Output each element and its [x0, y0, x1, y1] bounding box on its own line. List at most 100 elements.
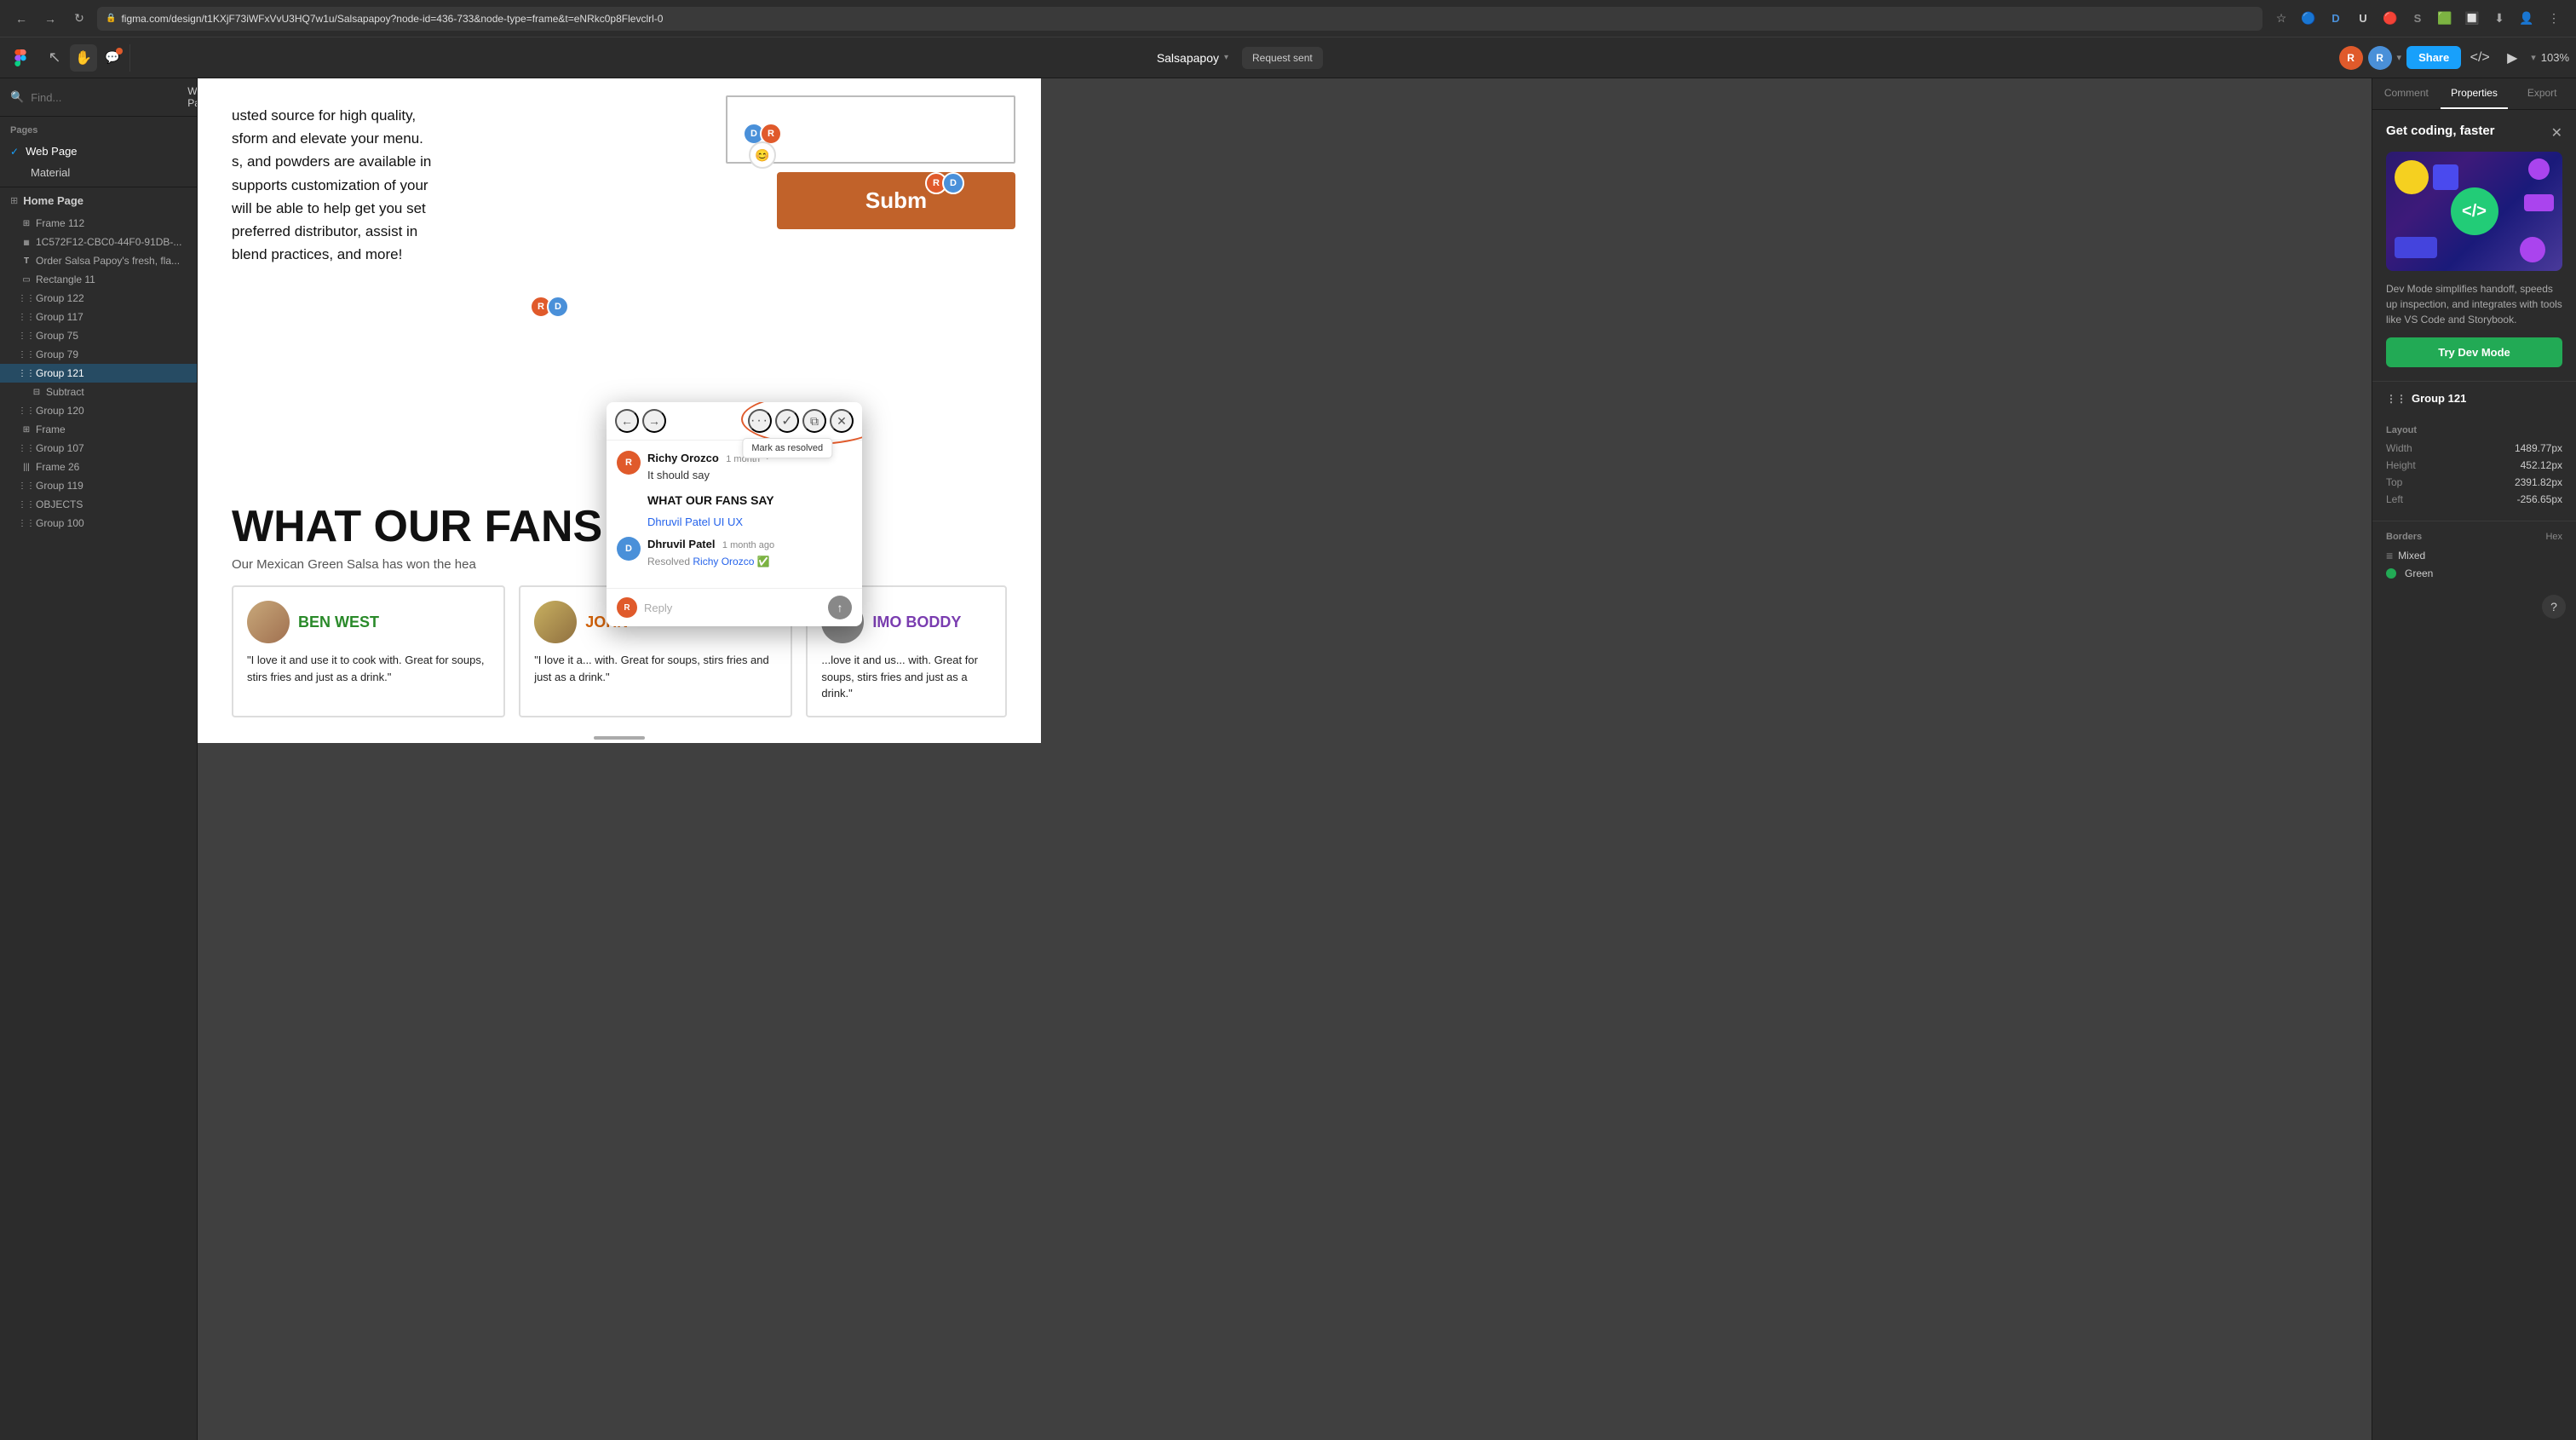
project-name-button[interactable]: Salsapapoy ▾ — [1150, 48, 1235, 68]
layer-group-100[interactable]: ⋮⋮ Group 100 — [0, 514, 197, 533]
layer-order-text[interactable]: T Order Salsa Papoy's fresh, fla... — [0, 251, 197, 270]
check-icon: ✓ — [10, 146, 19, 158]
comment-menu-button[interactable]: ··· — [748, 409, 772, 433]
more-button[interactable]: ⋮ — [2542, 7, 2566, 31]
ext-7[interactable]: 🔲 — [2460, 7, 2484, 31]
sidebar-header: 🔍 Web Page ▾ — [0, 78, 197, 117]
layer-group-120[interactable]: ⋮⋮ Group 120 — [0, 401, 197, 420]
comment-panel: ← → ··· ✓ Mark as resolved ⧉ — [607, 402, 862, 626]
code-view-button[interactable]: </> — [2466, 44, 2493, 72]
avatar-more[interactable]: ▾ — [2397, 52, 2402, 63]
sticker-icon: 😊 — [749, 141, 776, 169]
page-item-material[interactable]: Material — [0, 162, 197, 183]
comment-text-1: It should say — [647, 468, 852, 483]
mark-resolved-button[interactable]: ✓ — [775, 409, 799, 433]
request-sent-button[interactable]: Request sent — [1242, 47, 1323, 69]
avatar-r2[interactable]: R — [2368, 46, 2392, 70]
layer-img[interactable]: ▦ 1C572F12-CBC0-44F0-91DB-... — [0, 233, 197, 251]
layer-group-79[interactable]: ⋮⋮ Group 79 — [0, 345, 197, 364]
layer-group-122[interactable]: ⋮⋮ Group 122 — [0, 289, 197, 308]
borders-header-row: Borders Hex — [2386, 532, 2562, 542]
figma-toolbar: ↖ ✋ 💬 Salsapapoy ▾ Request sent R R ▾ Sh… — [0, 37, 2576, 78]
layer-group-75[interactable]: ⋮⋮ Group 75 — [0, 326, 197, 345]
select-tool[interactable]: ↖ — [41, 44, 68, 72]
cursor-badge-d1: D — [942, 172, 964, 194]
layer-rect-11[interactable]: ▭ Rectangle 11 — [0, 270, 197, 289]
ext-1[interactable]: 🔵 — [2297, 7, 2320, 31]
share-button[interactable]: Share — [2406, 46, 2461, 69]
cursor-dr: D R 😊 — [743, 123, 782, 169]
fan-header-1: BEN WEST — [247, 601, 490, 643]
copy-link-button[interactable]: ⧉ — [802, 409, 826, 433]
image-icon: ▦ — [20, 236, 32, 248]
comment-author-2: Dhruvil Patel — [647, 538, 715, 550]
layer-objects[interactable]: ⋮⋮ OBJECTS — [0, 495, 197, 514]
ext-4[interactable]: 🔴 — [2378, 7, 2402, 31]
comment-next-button[interactable]: → — [642, 409, 666, 433]
group-icon-75: ⋮⋮ — [20, 330, 32, 342]
address-bar[interactable]: 🔒 figma.com/design/t1KXjF73iWFxVvU3HQ7w1… — [97, 7, 2263, 31]
fan-quote-2: "I love it a... with. Great for soups, s… — [534, 652, 777, 685]
border-mixed-icon: ≡ — [2386, 549, 2393, 562]
ext-5[interactable]: S — [2406, 7, 2429, 31]
page-item-webpage[interactable]: ✓ Web Page — [0, 141, 197, 162]
play-button[interactable]: ▶ — [2498, 44, 2526, 72]
deco-blue-rect — [2433, 164, 2458, 190]
hand-tool[interactable]: ✋ — [70, 44, 97, 72]
star-button[interactable]: ☆ — [2269, 7, 2293, 31]
ext-2[interactable]: D — [2324, 7, 2348, 31]
property-top: Top 2391.82px — [2386, 476, 2562, 488]
layer-frame-26[interactable]: ||| Frame 26 — [0, 458, 197, 476]
layer-group-117[interactable]: ⋮⋮ Group 117 — [0, 308, 197, 326]
comment-prev-button[interactable]: ← — [615, 409, 639, 433]
close-comment-button[interactable]: ✕ — [830, 409, 854, 433]
tab-properties[interactable]: Properties — [2441, 78, 2509, 109]
home-page-item[interactable]: ⊞ Home Page — [0, 187, 197, 214]
comment-tool[interactable]: 💬 — [99, 44, 126, 72]
layer-group-107[interactable]: ⋮⋮ Group 107 — [0, 439, 197, 458]
zoom-level[interactable]: 103% — [2541, 51, 2569, 64]
border-item-1: ≡ Mixed — [2386, 549, 2562, 562]
mention-ui-ux: UI UX — [713, 516, 743, 528]
frame-icon-2: ⊞ — [20, 423, 32, 435]
try-dev-mode-button[interactable]: Try Dev Mode — [2386, 337, 2562, 367]
property-height: Height 452.12px — [2386, 459, 2562, 471]
ext-8[interactable]: ⬇ — [2487, 7, 2511, 31]
border-green-row: Green — [2386, 567, 2433, 579]
layer-subtract[interactable]: ⊟ Subtract — [0, 383, 197, 401]
fan-name-1: BEN WEST — [298, 613, 379, 631]
layer-group-119[interactable]: ⋮⋮ Group 119 — [0, 476, 197, 495]
ext-9[interactable]: 👤 — [2515, 7, 2539, 31]
deco-purple2 — [2520, 237, 2545, 262]
ext-6[interactable]: 🟩 — [2433, 7, 2457, 31]
layer-frame[interactable]: ⊞ Frame — [0, 420, 197, 439]
tab-comment[interactable]: Comment — [2372, 78, 2441, 109]
search-input[interactable] — [31, 91, 181, 104]
text-line-6: preferred distributor, assist in — [232, 220, 572, 243]
dev-mode-title: Get coding, faster — [2386, 124, 2495, 138]
project-name-chevron: ▾ — [1224, 53, 1228, 62]
frame-26-icon: ||| — [20, 461, 32, 473]
page-selector[interactable]: Web Page ▾ — [187, 85, 198, 109]
fan-avatar-2 — [534, 601, 577, 643]
ext-3[interactable]: U — [2351, 7, 2375, 31]
send-reply-button[interactable]: ↑ — [828, 596, 852, 619]
figma-logo[interactable] — [7, 44, 34, 72]
height-value: 452.12px — [2521, 459, 2562, 471]
fan-avatar-1 — [247, 601, 290, 643]
forward-button[interactable]: → — [39, 8, 61, 30]
refresh-button[interactable]: ↻ — [68, 8, 90, 30]
comment-resolved: Resolved Richy Orozco ✅ — [647, 556, 852, 567]
submit-button[interactable]: Subm — [777, 172, 1015, 229]
back-button[interactable]: ← — [10, 8, 32, 30]
reply-input[interactable] — [644, 602, 821, 614]
play-chevron[interactable]: ▾ — [2531, 52, 2536, 63]
fan-quote-3: ...love it and us... with. Great for sou… — [821, 652, 992, 702]
layer-group-121[interactable]: ⋮⋮ Group 121 — [0, 364, 197, 383]
dev-mode-close-button[interactable]: ✕ — [2551, 124, 2562, 141]
layer-frame-112[interactable]: ⊞ Frame 112 — [0, 214, 197, 233]
help-button[interactable]: ? — [2542, 595, 2566, 619]
tab-export[interactable]: Export — [2508, 78, 2576, 109]
canvas-area[interactable]: usted source for high quality, sform and… — [198, 78, 2372, 1440]
avatar-r1[interactable]: R — [2339, 46, 2363, 70]
